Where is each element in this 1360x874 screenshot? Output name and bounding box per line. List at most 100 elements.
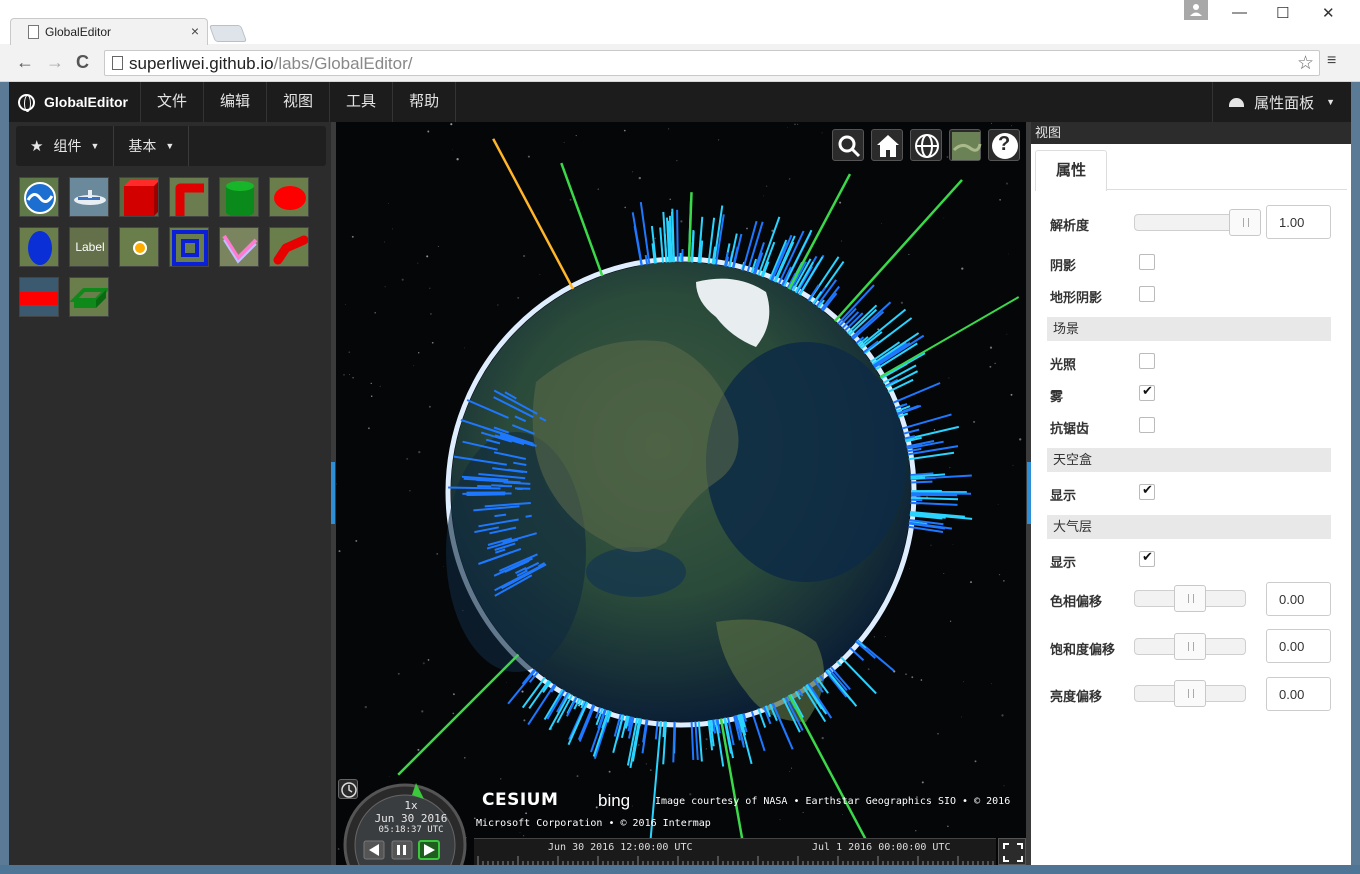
polygon-tile[interactable]: [169, 227, 209, 267]
browser-tab[interactable]: GlobalEditor ×: [10, 18, 208, 45]
main-menu: 文件 编辑 视图 工具 帮助: [140, 82, 457, 122]
bing-logo[interactable]: bing: [598, 791, 630, 811]
menu-help[interactable]: 帮助: [393, 82, 457, 122]
menu-tools[interactable]: 工具: [330, 82, 394, 122]
page-icon: [112, 56, 123, 70]
slider-handle[interactable]: [1174, 680, 1206, 707]
forward-icon[interactable]: →: [46, 53, 64, 71]
address-bar[interactable]: superliwei.github.io/labs/GlobalEditor/ …: [104, 50, 1320, 76]
data-spike: [662, 211, 668, 263]
help-button[interactable]: ?: [988, 129, 1020, 161]
terrain-tile[interactable]: [19, 177, 59, 217]
cylinder-tile[interactable]: [219, 177, 259, 217]
maximize-icon[interactable]: ☐: [1276, 4, 1289, 22]
tab-close-icon[interactable]: ×: [191, 23, 199, 39]
search-button[interactable]: [832, 129, 864, 161]
brand[interactable]: GlobalEditor: [9, 82, 128, 122]
data-spike: [672, 721, 676, 763]
model-tile[interactable]: [69, 177, 109, 217]
slider-handle[interactable]: [1174, 633, 1206, 660]
antialias-label: 抗锯齿: [1050, 421, 1090, 436]
category-dropdown[interactable]: 基本 ▼: [114, 126, 190, 166]
data-spike: [397, 653, 520, 776]
fullscreen-button[interactable]: [998, 838, 1026, 865]
component-dropdown[interactable]: ★ 组件 ▼: [16, 126, 115, 166]
tab-properties[interactable]: 属性: [1035, 150, 1107, 191]
data-spike: [910, 480, 933, 484]
skybox-show-checkbox[interactable]: [1139, 482, 1155, 500]
data-spike: [849, 647, 865, 662]
box-tile[interactable]: [119, 177, 159, 217]
saturation-input[interactable]: 0.00: [1266, 629, 1331, 663]
polyline-volume-tile[interactable]: [269, 227, 309, 267]
cesium-viewer[interactable]: ? CESIUM bing Image courtesy of NASA • E…: [336, 122, 1026, 865]
close-window-icon[interactable]: ✕: [1322, 4, 1335, 22]
resolution-slider[interactable]: [1134, 209, 1261, 236]
hue-input[interactable]: 0.00: [1266, 582, 1331, 616]
new-tab-button[interactable]: [208, 25, 248, 42]
data-spike: [498, 484, 513, 488]
wall-tile[interactable]: [69, 277, 109, 317]
reload-icon[interactable]: C: [76, 53, 89, 71]
ellipsoid-tile[interactable]: [19, 227, 59, 267]
user-icon[interactable]: [1184, 0, 1208, 20]
label-tile[interactable]: Label: [69, 227, 109, 267]
tab-title: GlobalEditor: [45, 25, 112, 39]
property-tabs: 属性: [1035, 150, 1347, 191]
point-tile[interactable]: [119, 227, 159, 267]
menu-edit[interactable]: 编辑: [204, 82, 268, 122]
data-spike: [662, 721, 666, 738]
lighting-label: 光照: [1050, 357, 1077, 372]
ellipse-tile[interactable]: [269, 177, 309, 217]
menu-view[interactable]: 视图: [267, 82, 331, 122]
data-spike: [633, 225, 643, 266]
hue-slider[interactable]: [1134, 585, 1246, 612]
atmosphere-show-checkbox[interactable]: [1139, 549, 1155, 567]
splitter-grip[interactable]: [331, 462, 335, 524]
corridor-tile[interactable]: [169, 177, 209, 217]
title-bar: GlobalEditor × — ☐ ✕: [0, 0, 1360, 45]
brand-name: GlobalEditor: [44, 94, 128, 110]
clock-icon[interactable]: [338, 779, 358, 799]
caret-down-icon: ▼: [165, 141, 175, 151]
polyline-tile[interactable]: [219, 227, 259, 267]
antialias-checkbox[interactable]: [1139, 417, 1155, 433]
skybox-show-label: 显示: [1050, 488, 1077, 503]
data-spike: [910, 476, 926, 480]
globe-scene[interactable]: [336, 122, 1026, 865]
data-spike: [910, 496, 959, 501]
caret-down-icon: ▼: [90, 141, 100, 151]
minimize-icon[interactable]: —: [1232, 4, 1247, 21]
terrain-shadows-checkbox[interactable]: [1139, 286, 1155, 302]
timeline[interactable]: Jun 30 2016 12:00:00 UTC Jul 1 2016 00:0…: [474, 838, 996, 865]
brightness-input[interactable]: 0.00: [1266, 677, 1331, 711]
url-host: superliwei.github.io: [129, 54, 274, 73]
saturation-slider[interactable]: [1134, 633, 1246, 660]
bookmark-star-icon[interactable]: ☆: [1297, 52, 1314, 75]
menu-file[interactable]: 文件: [140, 82, 205, 122]
lighting-checkbox[interactable]: [1139, 353, 1155, 369]
slider-handle[interactable]: [1229, 209, 1261, 236]
slider-handle[interactable]: [1174, 585, 1206, 612]
shadows-checkbox[interactable]: [1139, 254, 1155, 270]
scene-mode-button[interactable]: [910, 129, 942, 161]
resolution-input[interactable]: 1.00: [1266, 205, 1331, 239]
brightness-slider[interactable]: [1134, 680, 1246, 707]
fog-checkbox[interactable]: [1139, 383, 1155, 401]
cesium-logo[interactable]: CESIUM: [482, 790, 558, 810]
back-icon[interactable]: ←: [16, 53, 34, 71]
animation-widget[interactable]: 1x Jun 30 2016 05:18:37 UTC: [342, 777, 468, 865]
browser-chrome: GlobalEditor × — ☐ ✕ ← → C superliwei.gi…: [0, 0, 1360, 82]
base-layer-picker-button[interactable]: [949, 129, 982, 161]
browser-menu-icon[interactable]: ≡: [1327, 52, 1336, 70]
home-button[interactable]: [871, 129, 903, 161]
panel-header: 视图: [1031, 122, 1351, 144]
label-tile-text: Label: [75, 240, 105, 254]
data-spike: [560, 162, 604, 277]
atmosphere-show-label: 显示: [1050, 555, 1077, 570]
navigation-bar: ← → C superliwei.github.io/labs/GlobalEd…: [0, 44, 1360, 82]
app-bar: GlobalEditor 文件 编辑 视图 工具 帮助 属性面板 ▼: [9, 82, 1351, 122]
terrain-shadows-label: 地形阴影: [1050, 290, 1103, 305]
property-panel-toggle[interactable]: 属性面板 ▼: [1212, 82, 1351, 122]
rectangle-tile[interactable]: [19, 277, 59, 317]
